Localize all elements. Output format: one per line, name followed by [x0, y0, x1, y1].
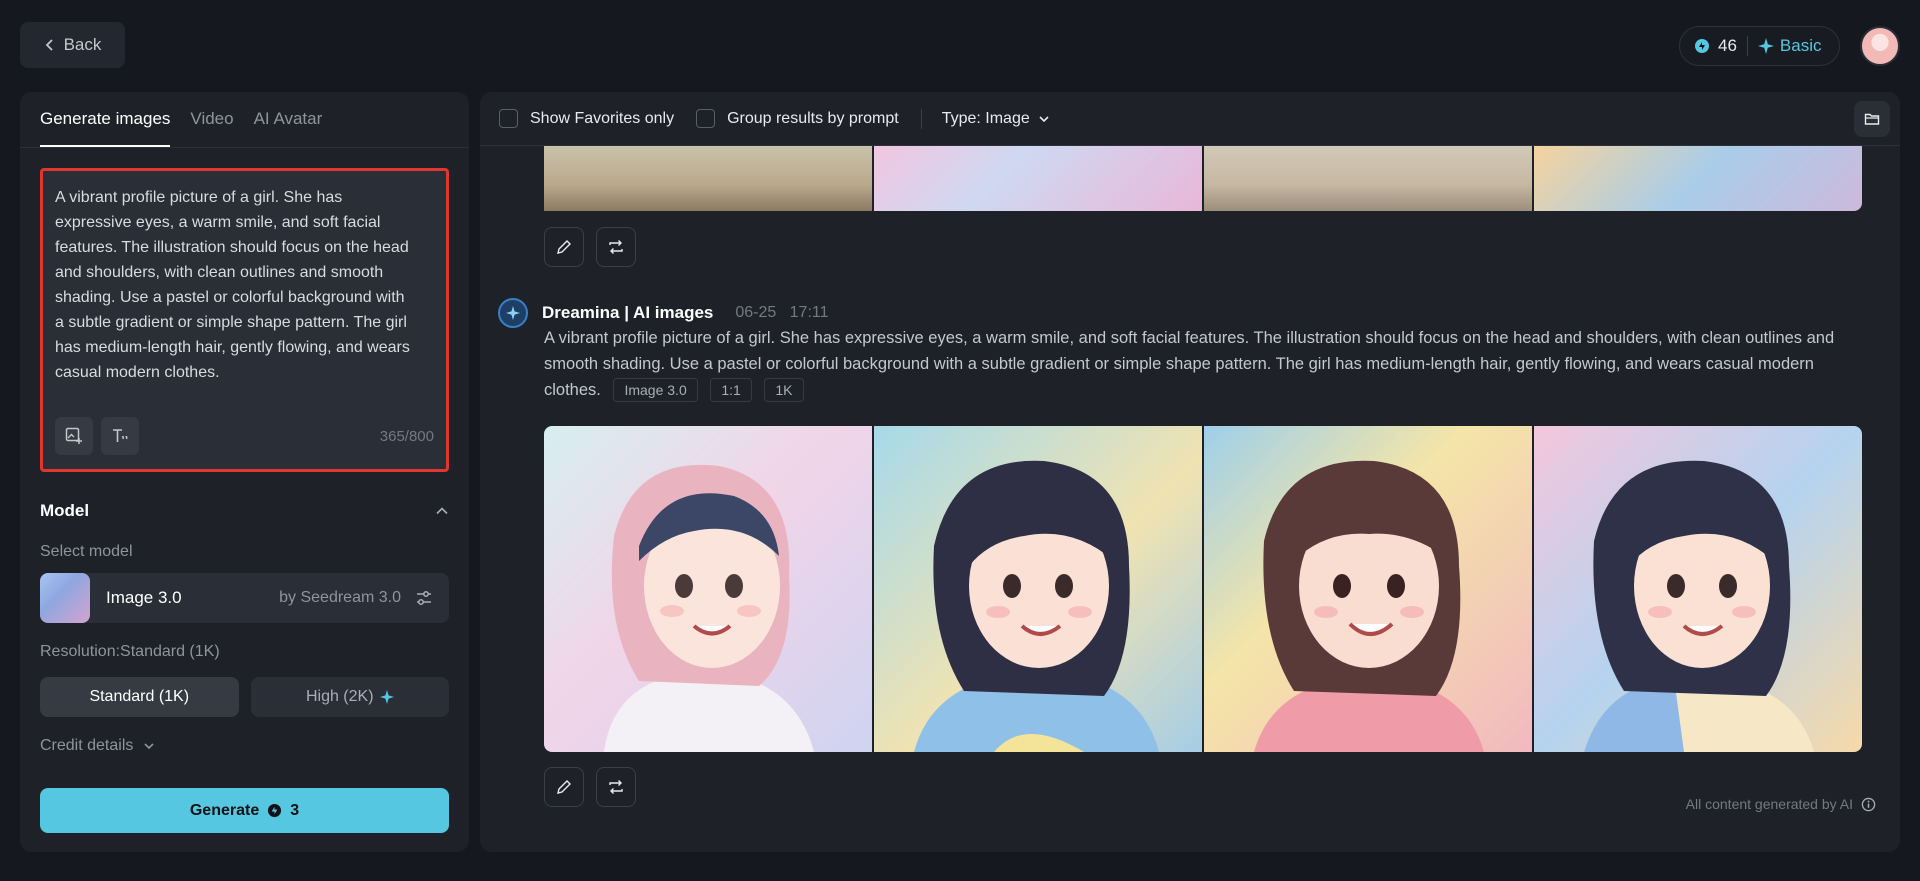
credit-coin-icon	[268, 803, 282, 818]
result-image[interactable]	[544, 146, 872, 211]
sparkle-icon	[1757, 38, 1774, 54]
model-name: Image 3.0	[106, 588, 182, 607]
pencil-icon	[557, 240, 571, 254]
mode-tabs: Generate images Video AI Avatar	[20, 92, 469, 148]
tag-ratio: 1:1	[710, 378, 752, 402]
favorites-filter-checkbox[interactable]: Show Favorites only	[499, 109, 674, 128]
chevron-down-icon	[1039, 115, 1049, 122]
image-reference-button[interactable]	[55, 417, 93, 455]
credit-details-toggle[interactable]: Credit details	[40, 737, 449, 755]
image-add-icon	[65, 427, 82, 444]
generate-cost: 3	[290, 801, 300, 819]
tab-video[interactable]: Video	[190, 109, 233, 147]
result-image[interactable]	[1534, 426, 1862, 752]
text-style-button[interactable]	[101, 417, 139, 455]
tag-resolution: 1K	[764, 378, 804, 402]
edit-button[interactable]	[544, 767, 584, 807]
info-icon[interactable]	[1861, 797, 1876, 812]
regenerate-button[interactable]	[596, 767, 636, 807]
checkbox[interactable]	[696, 109, 716, 128]
pencil-icon	[557, 780, 571, 794]
select-model-label: Select model	[40, 543, 133, 560]
filter-bar: Show Favorites only Group results by pro…	[480, 92, 1900, 146]
result-entry-header: Dreamina | AI images 06-25 17:11	[498, 298, 829, 328]
prompt-text[interactable]: A vibrant profile picture of a girl. She…	[55, 185, 415, 385]
chevron-left-icon	[45, 39, 53, 51]
plan-badge[interactable]: Basic	[1757, 36, 1822, 56]
previous-results-strip	[544, 146, 1862, 211]
result-image[interactable]	[874, 146, 1202, 211]
resolution-standard-button[interactable]: Standard (1K)	[40, 677, 239, 717]
results-panel: Show Favorites only Group results by pro…	[480, 92, 1900, 852]
result-image[interactable]	[1204, 146, 1532, 211]
resolution-options: Standard (1K) High (2K)	[40, 677, 449, 717]
chevron-up-icon[interactable]	[435, 504, 449, 518]
regenerate-button[interactable]	[596, 227, 636, 267]
group-by-prompt-checkbox[interactable]: Group results by prompt	[696, 109, 899, 128]
left-panel: Generate images Video AI Avatar A vibran…	[20, 92, 469, 852]
checkbox[interactable]	[499, 109, 518, 128]
sliders-icon[interactable]	[415, 589, 433, 607]
model-provider: by Seedream 3.0	[279, 589, 401, 606]
model-selector[interactable]: Image 3.0 by Seedream 3.0	[40, 573, 449, 623]
back-label: Back	[63, 35, 102, 54]
result-gallery	[544, 426, 1862, 752]
repeat-icon	[609, 240, 623, 254]
tag-model: Image 3.0	[613, 378, 698, 402]
model-section: Model Select model Image 3.0 by Seedream…	[40, 497, 449, 755]
result-image[interactable]	[544, 426, 872, 752]
credits-pill[interactable]: 46 Basic	[1679, 26, 1840, 66]
edit-button[interactable]	[544, 227, 584, 267]
top-bar: Back 46 Basic	[0, 0, 1920, 92]
ai-disclaimer: All content generated by AI	[1686, 796, 1876, 812]
result-image[interactable]	[1534, 146, 1862, 211]
tab-generate-images[interactable]: Generate images	[40, 109, 171, 147]
entry-date: 06-25 17:11	[735, 304, 829, 321]
folder-icon	[1864, 113, 1880, 125]
char-count: 365/800	[379, 428, 434, 445]
back-button[interactable]: Back	[20, 22, 125, 68]
sparkle-icon	[379, 690, 394, 704]
tab-ai-avatar[interactable]: AI Avatar	[254, 109, 323, 147]
text-icon	[113, 429, 128, 442]
dreamina-logo-icon	[498, 298, 528, 328]
divider	[920, 108, 922, 129]
result-actions	[544, 227, 636, 267]
result-image[interactable]	[874, 426, 1202, 752]
credits-count: 46	[1680, 36, 1737, 56]
entry-author: Dreamina | AI images	[542, 303, 714, 322]
entry-prompt: A vibrant profile picture of a girl. She…	[544, 325, 1874, 403]
model-thumbnail	[40, 573, 90, 623]
generate-button[interactable]: Generate 3	[40, 788, 449, 833]
prompt-input[interactable]: A vibrant profile picture of a girl. She…	[40, 168, 449, 472]
model-title: Model	[40, 501, 90, 520]
prompt-tools	[55, 417, 139, 455]
credit-coin-icon	[1695, 39, 1709, 53]
model-section-header[interactable]: Model	[40, 497, 449, 525]
resolution-high-button[interactable]: High (2K)	[250, 677, 449, 717]
repeat-icon	[609, 780, 623, 794]
avatar[interactable]	[1860, 26, 1900, 66]
folder-button[interactable]	[1854, 101, 1890, 137]
chevron-down-icon	[144, 743, 154, 750]
result-image[interactable]	[1204, 426, 1532, 752]
type-dropdown[interactable]: Type: Image	[942, 110, 1050, 128]
result-actions	[544, 767, 636, 807]
resolution-label: Resolution:Standard (1K)	[40, 643, 220, 660]
divider	[1746, 36, 1748, 56]
